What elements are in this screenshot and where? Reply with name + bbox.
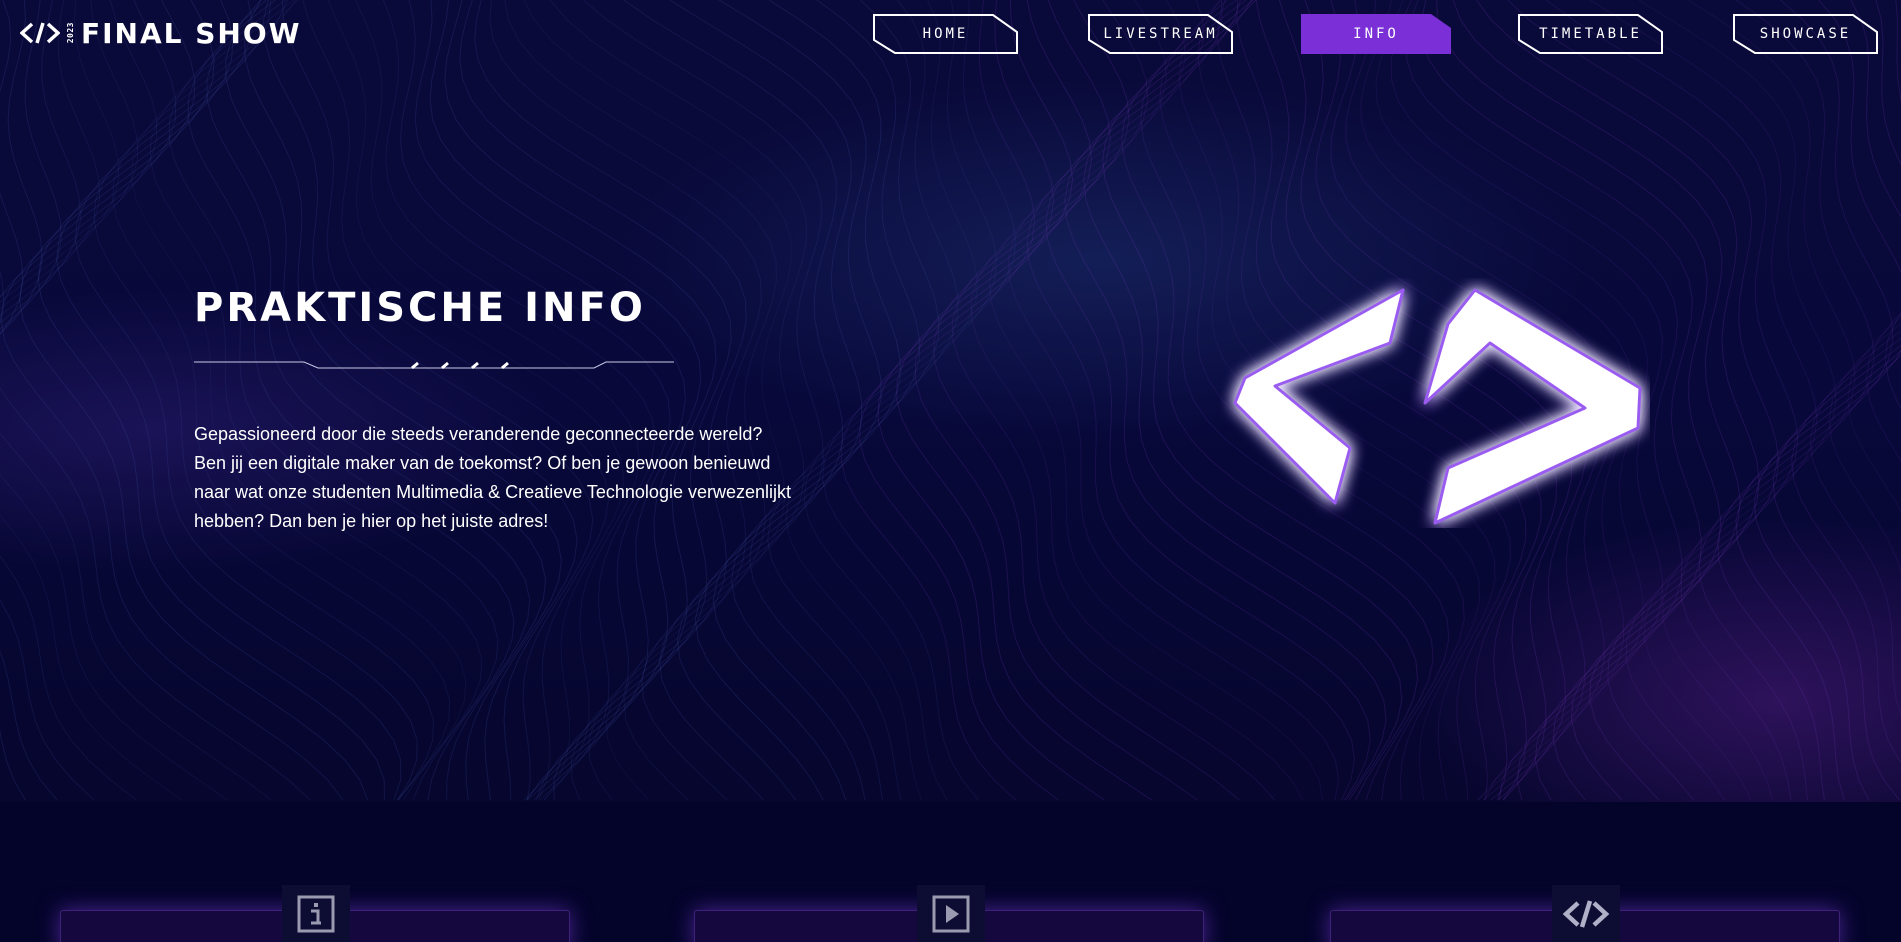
wave-line (429, 0, 702, 801)
info-icon (297, 895, 335, 932)
wave-line (93, 0, 434, 801)
wave-line (0, 270, 5, 323)
nav-timetable-label: TIMETABLE (1539, 26, 1642, 42)
wave-line (859, 0, 1059, 801)
wave-line (748, 0, 940, 801)
wave-line (281, 0, 594, 801)
wave-line (355, 0, 640, 801)
nav-showcase-label: SHOWCASE (1759, 26, 1852, 42)
wave-line (0, 0, 43, 801)
wave-line (0, 0, 137, 801)
intro-line: naar wat onze studenten Multimedia & Cre… (194, 482, 791, 502)
nav-showcase[interactable]: SHOWCASE (1733, 14, 1878, 54)
wave-line (187, 0, 515, 801)
wave-line (549, 0, 807, 801)
wave-line (444, 0, 717, 801)
wave-line (382, 0, 656, 801)
wave-line (149, 0, 483, 801)
nav-info[interactable]: INFO (1301, 14, 1451, 54)
nav-home-label: HOME (922, 26, 969, 42)
page-title: PRAKTISCHE INFO (194, 285, 646, 331)
wave-line (669, 0, 863, 801)
info-card-icon-box (282, 885, 350, 942)
wave-line (168, 0, 499, 801)
wave-line (877, 0, 1105, 801)
wave-line (262, 0, 578, 801)
showcase-card-icon-box (1552, 885, 1620, 942)
wave-line (0, 0, 272, 801)
nav-timetable[interactable]: TIMETABLE (1518, 14, 1663, 54)
nav-home[interactable]: HOME (873, 14, 1018, 54)
wave-line (244, 0, 562, 801)
wave-line (1735, 0, 1901, 801)
wave-line (694, 0, 882, 801)
wave-line (0, 0, 344, 801)
main-nav: HOME LIVESTREAM INFO TIMETABLE SHOWCASE (0, 14, 1901, 54)
wave-line (914, 0, 1198, 801)
wave-line (623, 0, 844, 801)
intro-line: hebben? Dan ben je hier op het juiste ad… (194, 511, 549, 531)
nav-livestream-label: LIVESTREAM (1103, 26, 1218, 42)
wave-line (1717, 0, 1901, 801)
intro-text: Gepassioneerd door die steeds veranderen… (194, 420, 814, 536)
wave-line (327, 0, 625, 801)
wave-line (1865, 312, 1901, 462)
wave-line (785, 0, 978, 801)
intro-line: Ben jij een digitale maker van de toekom… (194, 453, 771, 473)
code-brackets-icon (1233, 288, 1642, 525)
wave-line (225, 0, 547, 801)
wave-line (0, 0, 62, 801)
wave-line (302, 0, 609, 801)
wave-line (0, 0, 311, 801)
livestream-card-icon-box (917, 885, 985, 942)
wave-line (582, 0, 824, 801)
wave-line (0, 0, 95, 801)
nav-info-label: INFO (1353, 26, 1399, 42)
wave-line (1753, 0, 1901, 801)
wave-line (0, 0, 24, 336)
play-icon (932, 895, 970, 932)
wave-line (712, 0, 901, 801)
wave-line (206, 0, 531, 801)
code-brackets-icon (1562, 899, 1610, 928)
intro-line: Gepassioneerd door die steeds veranderen… (194, 424, 763, 444)
title-divider (194, 361, 674, 369)
wave-line (1828, 323, 1901, 575)
nav-livestream[interactable]: LIVESTREAM (1088, 14, 1233, 54)
wave-line (1638, 0, 1837, 801)
